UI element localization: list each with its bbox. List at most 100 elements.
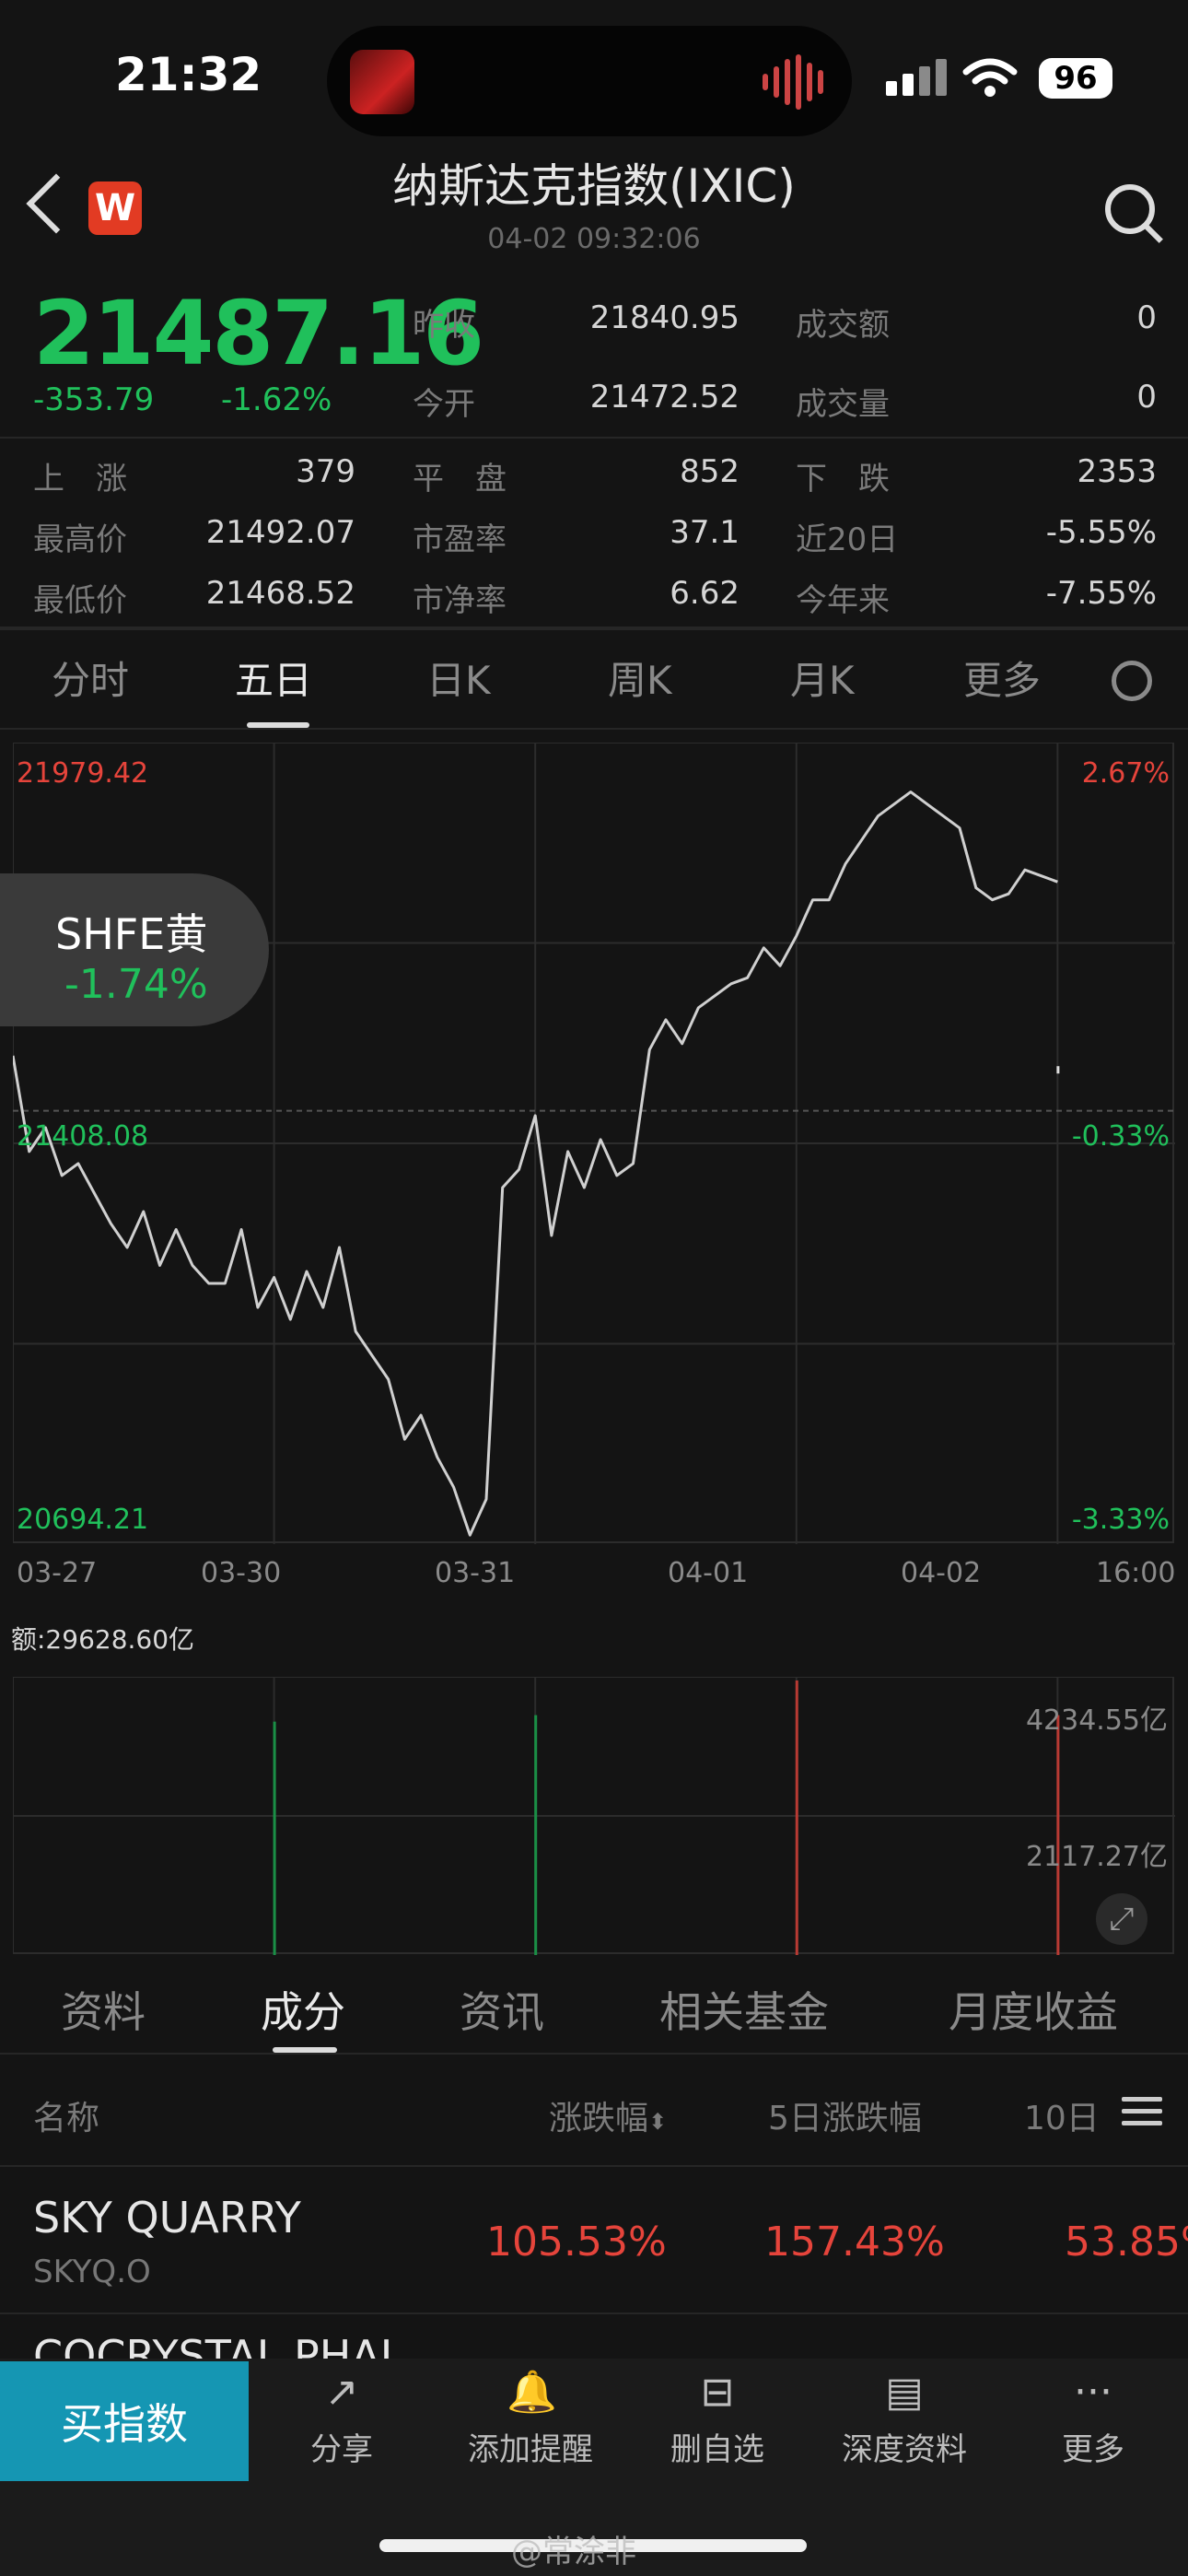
x-axis-label: 03-27 [17, 1557, 98, 1589]
tab-constituents[interactable]: 成分 [261, 1979, 345, 2040]
column-header-10d[interactable]: 10日 [1024, 2091, 1100, 2139]
watermark: @常涂非 [511, 2534, 636, 2570]
column-header-name: 名称 [33, 2100, 100, 2137]
column-header-5d[interactable]: 5日涨跌幅 [768, 2091, 922, 2139]
search-icon[interactable] [1105, 184, 1155, 234]
column-header-change-label: 涨跌幅 [549, 2100, 649, 2137]
y-axis-right-top-label: 2.67% [1081, 757, 1170, 790]
battery-indicator: 96 [1039, 58, 1112, 99]
turnover-label: 成交额 [796, 307, 890, 344]
unchanged-label: 平 盘 [413, 461, 507, 498]
wifi-icon [962, 58, 1018, 97]
prev-close-value: 21840.95 [589, 299, 740, 336]
volume-bar [795, 1680, 798, 1955]
high-label: 最高价 [33, 521, 127, 558]
volume-bar [273, 1721, 276, 1955]
row-5d-change: 157.43% [764, 2219, 945, 2266]
volume-mid-label: 2117.27亿 [1025, 1841, 1168, 1873]
prev-close-label: 昨收 [413, 307, 475, 344]
20d-label: 近20日 [796, 521, 899, 558]
ytd-value: -7.55% [1045, 575, 1157, 612]
tab-monthly-returns[interactable]: 月度收益 [949, 1979, 1118, 2040]
y-axis-right-mid-label: -0.33% [1071, 1120, 1170, 1153]
column-menu-icon[interactable] [1122, 2090, 1162, 2133]
now-playing-artwork [350, 50, 414, 114]
x-axis-label: 03-31 [435, 1557, 516, 1589]
volume-label: 成交量 [796, 386, 890, 423]
fullscreen-icon[interactable]: ⤢ [1096, 1893, 1147, 1945]
volume-value: 0 [1136, 379, 1157, 416]
divider [0, 2053, 1188, 2055]
deep-data-label: 深度资料 [842, 2431, 967, 2468]
bell-icon: 🔔 [507, 2369, 557, 2416]
back-arrow-icon[interactable] [26, 173, 87, 234]
more-button[interactable]: ··· 更多 [1006, 2361, 1181, 2481]
current-price-marker [1056, 1066, 1060, 1074]
tab-intraday[interactable]: 分时 [52, 650, 129, 706]
divider [0, 626, 1188, 630]
floating-ticker-change: -1.74% [64, 961, 208, 1008]
buy-index-button[interactable]: 买指数 [0, 2361, 249, 2481]
y-axis-mid-label: 21408.08 [17, 1120, 149, 1153]
remove-watchlist-button[interactable]: ⊟ 删自选 [630, 2361, 805, 2481]
tab-weekly-k[interactable]: 周K [608, 650, 672, 706]
add-alert-button[interactable]: 🔔 添加提醒 [443, 2361, 618, 2481]
y-axis-right-bottom-label: -3.33% [1071, 1504, 1170, 1536]
pb-label: 市净率 [413, 582, 507, 619]
app-logo-icon[interactable]: W [88, 181, 142, 235]
divider [0, 728, 1188, 730]
tab-news[interactable]: 资讯 [460, 1979, 544, 2040]
column-header-change[interactable]: 涨跌幅⬍ [549, 2091, 667, 2139]
high-value: 21492.07 [205, 514, 355, 551]
open-label: 今开 [413, 386, 475, 423]
tab-related-funds[interactable]: 相关基金 [659, 1979, 829, 2040]
turnover-amount: 额:29628.60亿 [11, 1624, 195, 1655]
row-stock-name[interactable]: SKY QUARRY [33, 2193, 301, 2242]
page-title: 纳斯达克指数(IXIC) [392, 159, 796, 213]
tab-profile[interactable]: 资料 [61, 1979, 146, 2040]
low-value: 21468.52 [205, 575, 355, 612]
price-change-pct: -1.62% [221, 381, 332, 418]
more-label: 更多 [1062, 2431, 1124, 2468]
add-alert-label: 添加提醒 [468, 2431, 593, 2468]
tab-five-day[interactable]: 五日 [235, 650, 312, 706]
floating-ticker-name: SHFE黄 [55, 909, 208, 959]
open-value: 21472.52 [589, 379, 740, 416]
x-axis-label: 04-02 [901, 1557, 982, 1589]
share-icon: ↗ [324, 2369, 359, 2416]
unchanged-value: 852 [680, 453, 740, 490]
share-label: 分享 [310, 2431, 373, 2468]
pb-value: 6.62 [670, 575, 740, 612]
tab-monthly-k[interactable]: 月K [790, 650, 855, 706]
status-time: 21:32 [115, 48, 262, 101]
tab-daily-k[interactable]: 日K [426, 650, 491, 706]
volume-top-label: 4234.55亿 [1025, 1704, 1168, 1737]
settings-icon[interactable] [1112, 661, 1152, 701]
y-axis-top-label: 21979.42 [17, 757, 149, 790]
divider [0, 2165, 1188, 2167]
volume-bar [534, 1715, 538, 1955]
pe-value: 37.1 [670, 514, 740, 551]
deep-data-button[interactable]: ▤ 深度资料 [817, 2361, 992, 2481]
x-axis-label: 16:00 [1096, 1557, 1176, 1589]
tab-more[interactable]: 更多 [963, 650, 1041, 706]
share-button[interactable]: ↗ 分享 [254, 2361, 429, 2481]
five-day-price-chart[interactable] [13, 743, 1175, 1544]
pe-label: 市盈率 [413, 521, 507, 558]
advancers-value: 379 [296, 453, 355, 490]
cellular-signal-icon [886, 59, 947, 96]
divider [0, 437, 1188, 439]
advancers-label: 上 涨 [33, 461, 127, 498]
decliners-value: 2353 [1077, 453, 1157, 490]
more-icon: ··· [1074, 2369, 1112, 2416]
divider [0, 2313, 1188, 2314]
y-axis-bottom-label: 20694.21 [17, 1504, 149, 1536]
low-label: 最低价 [33, 582, 127, 619]
quote-timestamp: 04-02 09:32:06 [487, 223, 701, 255]
remove-watchlist-icon: ⊟ [700, 2369, 735, 2416]
x-axis-label: 04-01 [668, 1557, 749, 1589]
row-10d-change: 53.85% [1065, 2219, 1188, 2266]
ytd-label: 今年来 [796, 582, 890, 619]
20d-value: -5.55% [1045, 514, 1157, 551]
row-stock-code: SKYQ.O [33, 2254, 151, 2290]
